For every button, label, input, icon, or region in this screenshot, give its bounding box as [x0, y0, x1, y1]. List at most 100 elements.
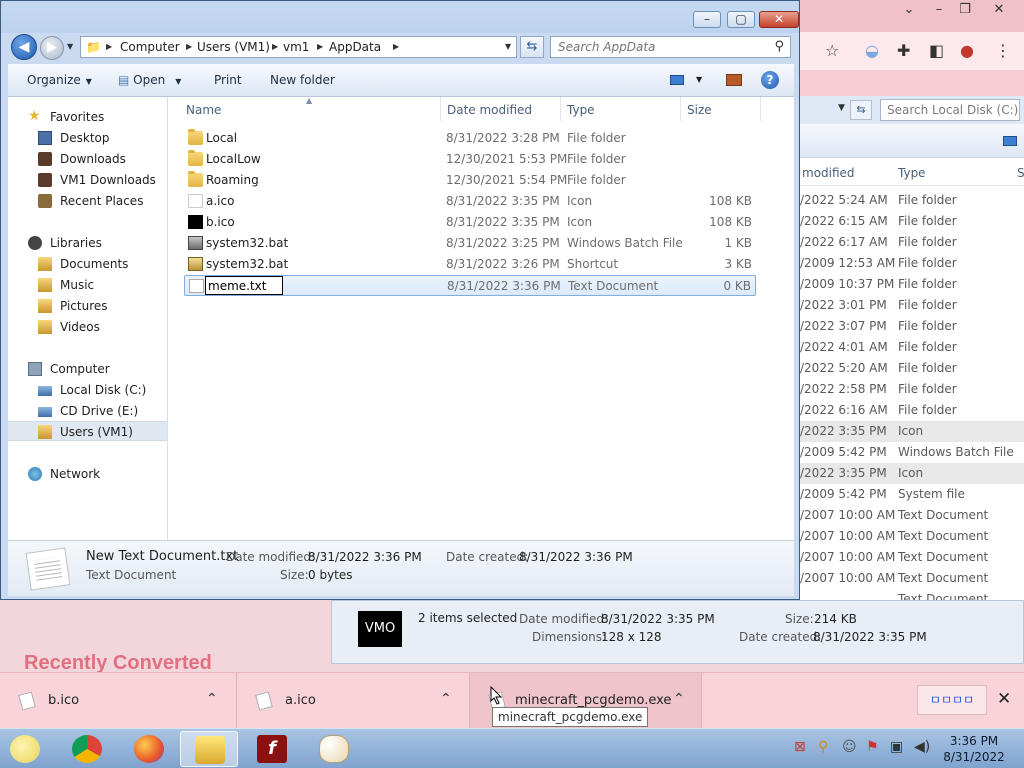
help-icon[interactable]: ?: [761, 71, 779, 89]
chevron-down-icon[interactable]: ⌄: [895, 0, 923, 20]
taskbar-paint[interactable]: [305, 731, 363, 767]
column-divider[interactable]: [680, 97, 681, 121]
file-row[interactable]: LocalLow 12/30/2021 5:53 PM File folder: [184, 149, 756, 170]
breadcrumb-computer[interactable]: Computer: [120, 40, 180, 54]
view-dropdown-icon[interactable]: ▼: [696, 75, 702, 84]
action-center-icon[interactable]: ⚑: [866, 739, 879, 755]
file-row[interactable]: b.ico 8/31/2022 3:35 PM Icon 108 KB: [184, 212, 756, 233]
close-button[interactable]: ✕: [759, 11, 799, 28]
bg-file-row[interactable]: /2009 5:42 PM System file: [798, 484, 1024, 505]
bg-file-row[interactable]: /2022 6:17 AM File folder: [798, 232, 1024, 253]
file-row[interactable]: a.ico 8/31/2022 3:35 PM Icon 108 KB: [184, 191, 756, 212]
nav-vm1-downloads[interactable]: VM1 Downloads: [8, 170, 167, 190]
nav-computer[interactable]: Computer: [8, 359, 167, 379]
refresh-button[interactable]: ⇆: [520, 36, 544, 58]
nav-favorites[interactable]: ★ Favorites: [8, 107, 167, 127]
nav-desktop[interactable]: Desktop: [8, 128, 167, 148]
address-bar[interactable]: 📁 ▶ Computer ▶ Users (VM1) ▶ vm1 ▶ AppDa…: [80, 36, 517, 58]
breadcrumb-users[interactable]: Users (VM1): [197, 40, 270, 54]
network-tray-icon[interactable]: ▣: [890, 739, 903, 755]
dropdown-arrow-icon[interactable]: ▼: [838, 103, 845, 113]
chevron-right-icon[interactable]: ▶: [106, 42, 112, 51]
rename-input[interactable]: meme.txt: [205, 276, 283, 295]
bg-col-modified[interactable]: modified: [802, 166, 855, 180]
nav-pictures[interactable]: Pictures: [8, 296, 167, 316]
bg-file-row[interactable]: /2007 10:00 AM Text Document: [798, 547, 1024, 568]
col-size[interactable]: Size: [687, 103, 712, 117]
clock-time[interactable]: 3:36 PM: [934, 734, 1014, 748]
bg-file-row[interactable]: /2022 3:35 PM Icon: [798, 421, 1024, 442]
bg-file-row[interactable]: /2022 3:01 PM File folder: [798, 295, 1024, 316]
bg-file-row[interactable]: /2007 10:00 AM Text Document: [798, 526, 1024, 547]
taskbar-firefox[interactable]: [120, 731, 178, 767]
bg-file-row[interactable]: /2007 10:00 AM Text Document: [798, 568, 1024, 589]
refresh-icon[interactable]: ⇆: [850, 100, 872, 120]
profile-flag-icon[interactable]: ◒: [865, 41, 879, 60]
chevron-right-icon[interactable]: ▶: [186, 42, 192, 51]
volume-icon[interactable]: ◀): [914, 739, 930, 755]
taskbar-explorer[interactable]: [180, 731, 238, 767]
back-button[interactable]: ◀: [11, 34, 37, 60]
forward-button[interactable]: ▶: [40, 36, 64, 60]
bg-file-row[interactable]: /2009 12:53 AM File folder: [798, 253, 1024, 274]
nav-libraries[interactable]: Libraries: [8, 233, 167, 253]
new-folder-button[interactable]: New folder: [270, 73, 335, 87]
chevron-right-icon[interactable]: ▶: [272, 42, 278, 51]
chevron-right-icon[interactable]: ▶: [393, 42, 399, 51]
bg-file-row[interactable]: /2009 10:37 PM File folder: [798, 274, 1024, 295]
nav-recent-places[interactable]: Recent Places: [8, 191, 167, 211]
bg-file-row[interactable]: /2022 3:07 PM File folder: [798, 316, 1024, 337]
nav-downloads[interactable]: Downloads: [8, 149, 167, 169]
file-row[interactable]: meme.txt 8/31/2022 3:36 PM Text Document 0 …: [184, 275, 756, 296]
breadcrumb-vm1[interactable]: vm1: [283, 40, 309, 54]
minimize-icon[interactable]: –: [925, 0, 953, 20]
nav-cd-drive[interactable]: CD Drive (E:): [8, 401, 167, 421]
menu-icon[interactable]: ⋮: [995, 41, 1011, 60]
bg-file-row[interactable]: /2022 6:15 AM File folder: [798, 211, 1024, 232]
chevron-up-icon[interactable]: ⌃: [440, 691, 452, 707]
close-icon[interactable]: ✕: [985, 0, 1013, 20]
window-titlebar[interactable]: – ▢ ✕: [1, 1, 799, 33]
close-icon[interactable]: ✕: [997, 689, 1011, 709]
col-type[interactable]: Type: [567, 103, 595, 117]
bg-file-row[interactable]: /2022 5:24 AM File folder: [798, 190, 1024, 211]
bg-file-row[interactable]: /2022 6:16 AM File folder: [798, 400, 1024, 421]
bg-col-size[interactable]: S: [1017, 166, 1024, 180]
search-input[interactable]: [551, 37, 761, 57]
open-button[interactable]: ▤ Open ▼: [118, 73, 181, 87]
taskbar-flash[interactable]: f: [243, 731, 301, 767]
breadcrumb-appdata[interactable]: AppData: [329, 40, 381, 54]
bg-file-row[interactable]: /2009 5:42 PM Windows Batch File: [798, 442, 1024, 463]
column-divider[interactable]: [760, 97, 761, 121]
recent-pages-icon[interactable]: ▼: [67, 42, 73, 51]
nav-network[interactable]: Network: [8, 464, 167, 484]
bg-file-row[interactable]: /2007 10:00 AM Text Document: [798, 505, 1024, 526]
tray-search-icon[interactable]: ⚲: [818, 739, 828, 755]
organize-button[interactable]: Organize ▼: [27, 73, 92, 87]
nav-local-disk[interactable]: Local Disk (C:): [8, 380, 167, 400]
file-row[interactable]: system32.bat 8/31/2022 3:25 PM Windows Bat…: [184, 233, 756, 254]
show-all-button[interactable]: ㅁㅁㅁㅁ: [917, 685, 987, 715]
address-dropdown-icon[interactable]: ▼: [505, 42, 511, 51]
bg-search-input[interactable]: Search Local Disk (C:): [880, 99, 1020, 121]
column-divider[interactable]: [560, 97, 561, 121]
taskbar-chrome[interactable]: [58, 731, 116, 767]
col-name[interactable]: Name: [186, 103, 221, 117]
extensions-icon[interactable]: ✚: [897, 41, 910, 60]
sidepanel-icon[interactable]: ◧: [929, 41, 944, 60]
preview-pane-icon[interactable]: [726, 74, 742, 86]
tray-smiley-icon[interactable]: ☺: [842, 739, 857, 755]
star-icon[interactable]: ☆: [825, 41, 839, 60]
nav-users-vm1[interactable]: Users (VM1): [8, 421, 167, 441]
file-row[interactable]: Local 8/31/2022 3:28 PM File folder: [184, 128, 756, 149]
bg-file-row[interactable]: /2022 5:20 AM File folder: [798, 358, 1024, 379]
clock-date[interactable]: 8/31/2022: [934, 750, 1014, 764]
start-button[interactable]: [2, 731, 52, 767]
bg-file-row[interactable]: /2022 4:01 AM File folder: [798, 337, 1024, 358]
view-icon[interactable]: [1003, 136, 1017, 146]
avatar-icon[interactable]: ●: [960, 41, 974, 60]
maximize-button[interactable]: ▢: [727, 11, 755, 28]
nav-music[interactable]: Music: [8, 275, 167, 295]
change-view-icon[interactable]: [670, 75, 684, 85]
nav-documents[interactable]: Documents: [8, 254, 167, 274]
